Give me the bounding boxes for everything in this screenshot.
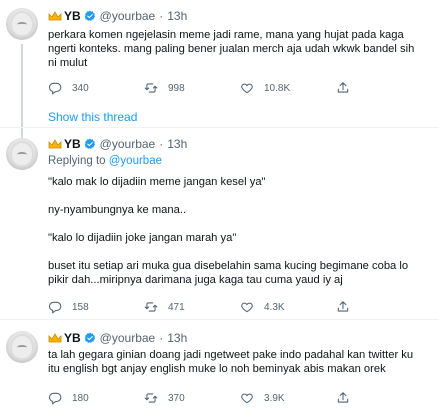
tweet-header: YB @yourbae · 13h bbox=[48, 136, 187, 152]
like-button[interactable]: 10.8K bbox=[240, 81, 290, 95]
reply-button[interactable]: 340 bbox=[48, 81, 89, 95]
share-button[interactable] bbox=[336, 81, 360, 95]
share-button[interactable] bbox=[336, 300, 360, 314]
tweet-line: buset itu setiap ari muka gua disebelahi… bbox=[48, 260, 409, 272]
tweet-header: YB @yourbae · 13h bbox=[48, 8, 187, 24]
crown-icon bbox=[48, 139, 62, 149]
heart-icon bbox=[241, 302, 253, 313]
tweet-actions: 180 370 3.9K bbox=[48, 391, 428, 407]
tweet-line bbox=[48, 245, 433, 259]
retweet-count: 370 bbox=[168, 392, 185, 404]
reply-count: 158 bbox=[72, 301, 89, 313]
tweet-line: ngerti konteks. mang paling bener jualan… bbox=[48, 43, 415, 55]
tweet-text: "kalo mak lo dijadiin meme jangan kesel … bbox=[48, 175, 433, 287]
display-name[interactable]: YB bbox=[64, 331, 81, 345]
like-count: 4.3K bbox=[264, 301, 285, 313]
reply-icon bbox=[49, 82, 62, 95]
crown-icon bbox=[48, 333, 62, 343]
tweet-line: pikir dah...miripnya darimana juga kaga … bbox=[48, 274, 343, 286]
tweet-2[interactable]: YB @yourbae · 13h Replying to @yourbae "… bbox=[0, 127, 439, 319]
heart-icon bbox=[241, 393, 253, 404]
tweet-text: perkara komen ngejelasin meme jadi rame,… bbox=[48, 28, 433, 70]
tweet-line: ta lah gegara ginian doang jadi ngetweet… bbox=[48, 349, 414, 361]
tweet-1[interactable]: YB @yourbae · 13h perkara komen ngejelas… bbox=[0, 0, 439, 140]
separator-dot: · bbox=[159, 137, 164, 151]
handle[interactable]: @yourbae bbox=[100, 9, 156, 23]
retweet-count: 471 bbox=[168, 301, 185, 313]
reply-icon bbox=[49, 392, 62, 405]
replying-to-label: Replying to bbox=[48, 155, 106, 167]
display-name[interactable]: YB bbox=[64, 9, 81, 23]
separator-dot: · bbox=[159, 9, 164, 23]
like-count: 3.9K bbox=[264, 392, 285, 404]
reply-button[interactable]: 158 bbox=[48, 300, 89, 314]
tweet-header: YB @yourbae · 13h bbox=[48, 330, 187, 346]
retweet-icon bbox=[144, 83, 158, 93]
avatar[interactable] bbox=[6, 138, 38, 170]
verified-badge-icon bbox=[84, 332, 96, 344]
like-button[interactable]: 3.9K bbox=[240, 391, 285, 405]
reply-count: 340 bbox=[72, 82, 89, 94]
verified-badge-icon bbox=[84, 10, 96, 22]
timestamp[interactable]: 13h bbox=[167, 9, 187, 23]
retweet-icon bbox=[144, 393, 158, 403]
share-icon bbox=[337, 301, 349, 312]
reply-button[interactable]: 180 bbox=[48, 391, 89, 405]
tweet-line bbox=[48, 217, 433, 231]
tweet-text: ta lah gegara ginian doang jadi ngetweet… bbox=[48, 348, 433, 376]
tweet-3[interactable]: YB @yourbae · 13h ta lah gegara ginian d… bbox=[0, 319, 439, 411]
separator-dot: · bbox=[159, 331, 164, 345]
reply-icon bbox=[49, 301, 62, 314]
tweet-line bbox=[48, 189, 433, 203]
avatar[interactable] bbox=[6, 331, 38, 363]
retweet-button[interactable]: 370 bbox=[144, 391, 185, 405]
retweet-count: 998 bbox=[168, 82, 185, 94]
show-thread-link[interactable]: Show this thread bbox=[48, 110, 137, 124]
retweet-button[interactable]: 471 bbox=[144, 300, 185, 314]
share-icon bbox=[337, 82, 349, 93]
tweet-line: ni mulut bbox=[48, 57, 88, 69]
tweet-line: perkara komen ngejelasin meme jadi rame,… bbox=[48, 29, 404, 41]
thread-line bbox=[21, 44, 23, 140]
tweet-actions: 340 998 10.8K bbox=[48, 81, 428, 97]
like-count: 10.8K bbox=[264, 82, 291, 94]
handle[interactable]: @yourbae bbox=[100, 331, 156, 345]
share-icon bbox=[337, 392, 349, 403]
tweet-line: itu english bgt anjay english muke lo no… bbox=[48, 363, 386, 375]
retweet-button[interactable]: 998 bbox=[144, 81, 185, 95]
reply-count: 180 bbox=[72, 392, 89, 404]
timestamp[interactable]: 13h bbox=[167, 137, 187, 151]
retweet-icon bbox=[144, 302, 158, 312]
handle[interactable]: @yourbae bbox=[100, 137, 156, 151]
like-button[interactable]: 4.3K bbox=[240, 300, 285, 314]
tweet-line: "kalo mak lo dijadiin meme jangan kesel … bbox=[48, 176, 266, 188]
replying-to-handle[interactable]: @yourbae bbox=[109, 155, 162, 167]
tweet-line: ny-nyambungnya ke mana.. bbox=[48, 204, 187, 216]
avatar[interactable] bbox=[6, 8, 38, 40]
share-button[interactable] bbox=[336, 391, 360, 405]
tweet-line: "kalo lo dijadiin joke jangan marah ya" bbox=[48, 232, 237, 244]
tweet-actions: 158 471 4.3K bbox=[48, 300, 428, 316]
timestamp[interactable]: 13h bbox=[167, 331, 187, 345]
display-name[interactable]: YB bbox=[64, 137, 81, 151]
heart-icon bbox=[241, 83, 253, 94]
verified-badge-icon bbox=[84, 138, 96, 150]
replying-to: Replying to @yourbae bbox=[48, 155, 162, 167]
crown-icon bbox=[48, 11, 62, 21]
